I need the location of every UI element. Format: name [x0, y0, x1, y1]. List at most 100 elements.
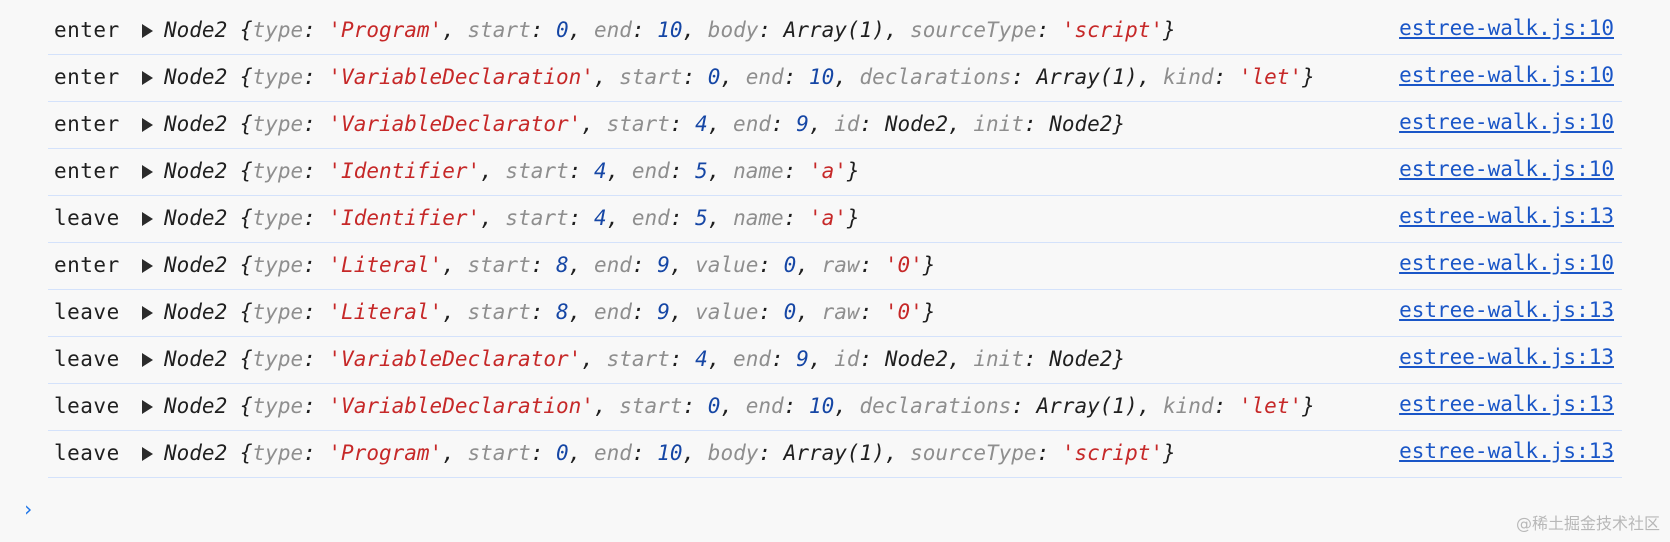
prop-separator: :: [783, 206, 809, 230]
close-brace: }: [846, 159, 860, 183]
close-brace: }: [1112, 347, 1126, 371]
close-brace: }: [1112, 112, 1126, 136]
class-name: Node2: [164, 206, 228, 230]
log-prefix: leave: [54, 441, 120, 465]
prop-key: start: [505, 159, 569, 183]
prop-separator: :: [669, 112, 696, 136]
prop-value: 10: [657, 441, 683, 465]
console-row: leave Node2 {type: 'VariableDeclarator', …: [48, 337, 1622, 384]
prop-separator: :: [783, 159, 809, 183]
prop-separator: :: [669, 159, 696, 183]
prop-value: 'Program': [328, 441, 443, 465]
prop-key: start: [467, 253, 531, 277]
open-brace: {: [239, 300, 253, 324]
expand-triangle-icon[interactable]: [142, 24, 153, 38]
expand-triangle-icon[interactable]: [142, 212, 153, 226]
prop-key: end: [733, 112, 771, 136]
object-preview[interactable]: Node2 {type: 'VariableDeclaration', star…: [164, 65, 1315, 89]
prop-value: 'let': [1238, 65, 1303, 89]
source-link[interactable]: estree-walk.js:10: [1399, 16, 1614, 40]
chevron-right-icon[interactable]: ›: [22, 497, 34, 521]
prop-key: start: [505, 206, 569, 230]
prop-key: end: [593, 441, 632, 465]
expand-triangle-icon[interactable]: [142, 447, 153, 461]
prop-value: Array(1): [1036, 394, 1138, 418]
prop-value: Array(1): [1036, 65, 1138, 89]
open-brace: {: [239, 394, 253, 418]
source-link[interactable]: estree-walk.js:13: [1399, 392, 1614, 416]
open-brace: {: [239, 253, 253, 277]
close-brace: }: [922, 253, 936, 277]
console-row: enter Node2 {type: 'Literal', start: 8, e…: [48, 243, 1622, 290]
console-row: leave Node2 {type: 'Program', start: 0, e…: [48, 431, 1622, 478]
prop-key: kind: [1162, 65, 1214, 89]
prop-separator: :: [669, 347, 696, 371]
source-link[interactable]: estree-walk.js:10: [1399, 157, 1614, 181]
expand-triangle-icon[interactable]: [142, 165, 153, 179]
source-link[interactable]: estree-walk.js:13: [1399, 204, 1614, 228]
class-name: Node2: [164, 441, 228, 465]
expand-triangle-icon[interactable]: [142, 259, 153, 273]
prop-key: type: [252, 441, 304, 465]
prop-separator: :: [631, 441, 658, 465]
object-preview[interactable]: Node2 {type: 'Identifier', start: 4, end…: [164, 206, 860, 230]
object-preview[interactable]: Node2 {type: 'VariableDeclaration', star…: [164, 394, 1315, 418]
prop-value: 9: [657, 300, 670, 324]
class-name: Node2: [164, 253, 228, 277]
expand-triangle-icon[interactable]: [142, 306, 153, 320]
source-link[interactable]: estree-walk.js:10: [1399, 110, 1614, 134]
prop-value: 9: [796, 347, 809, 371]
prop-value: 4: [695, 112, 708, 136]
log-prefix: leave: [54, 206, 120, 230]
prop-value: Array(1): [783, 18, 885, 42]
expand-triangle-icon[interactable]: [142, 118, 153, 132]
prop-separator: :: [568, 206, 594, 230]
prop-separator: :: [859, 347, 885, 371]
object-preview[interactable]: Node2 {type: 'Identifier', start: 4, end…: [164, 159, 860, 183]
source-link[interactable]: estree-walk.js:13: [1399, 439, 1614, 463]
source-link[interactable]: estree-walk.js:13: [1399, 298, 1614, 322]
expand-triangle-icon[interactable]: [142, 353, 153, 367]
log-prefix: leave: [54, 300, 120, 324]
prop-value: 0: [783, 253, 797, 277]
prop-key: type: [252, 112, 304, 136]
close-brace: }: [1302, 394, 1315, 418]
prop-separator: :: [303, 253, 329, 277]
prop-key: end: [631, 159, 670, 183]
object-preview[interactable]: Node2 {type: 'VariableDeclarator', start…: [164, 112, 1125, 136]
close-brace: }: [922, 300, 936, 324]
prop-separator: :: [631, 253, 658, 277]
prop-separator: :: [1011, 394, 1037, 418]
prop-separator: :: [770, 112, 797, 136]
expand-triangle-icon[interactable]: [142, 71, 153, 85]
prop-key: start: [606, 347, 670, 371]
prop-separator: :: [1011, 65, 1037, 89]
prop-separator: :: [303, 18, 329, 42]
prop-key: end: [733, 347, 771, 371]
prop-key: start: [467, 18, 531, 42]
prop-value: Node2: [1049, 112, 1113, 136]
source-link[interactable]: estree-walk.js:13: [1399, 345, 1614, 369]
prop-key: start: [467, 300, 531, 324]
prop-key: end: [593, 253, 632, 277]
object-preview[interactable]: Node2 {type: 'Literal', start: 8, end: 9…: [164, 253, 935, 277]
class-name: Node2: [164, 394, 228, 418]
prop-value: 5: [695, 206, 708, 230]
prop-value: 4: [593, 159, 607, 183]
expand-triangle-icon[interactable]: [142, 400, 153, 414]
prop-key: end: [593, 300, 632, 324]
object-preview[interactable]: Node2 {type: 'Literal', start: 8, end: 9…: [164, 300, 935, 324]
object-preview[interactable]: Node2 {type: 'Program', start: 0, end: 1…: [164, 18, 1176, 42]
prop-separator: :: [859, 300, 885, 324]
source-link[interactable]: estree-walk.js:10: [1399, 63, 1614, 87]
prop-separator: :: [303, 347, 329, 371]
prop-value: 10: [808, 394, 835, 418]
class-name: Node2: [164, 159, 228, 183]
source-link[interactable]: estree-walk.js:10: [1399, 251, 1614, 275]
object-preview[interactable]: Node2 {type: 'Program', start: 0, end: 1…: [164, 441, 1176, 465]
object-preview[interactable]: Node2 {type: 'VariableDeclarator', start…: [164, 347, 1125, 371]
prop-value: 'Literal': [328, 253, 443, 277]
prop-key: raw: [821, 253, 860, 277]
prop-separator: :: [303, 112, 329, 136]
prop-key: kind: [1162, 394, 1214, 418]
